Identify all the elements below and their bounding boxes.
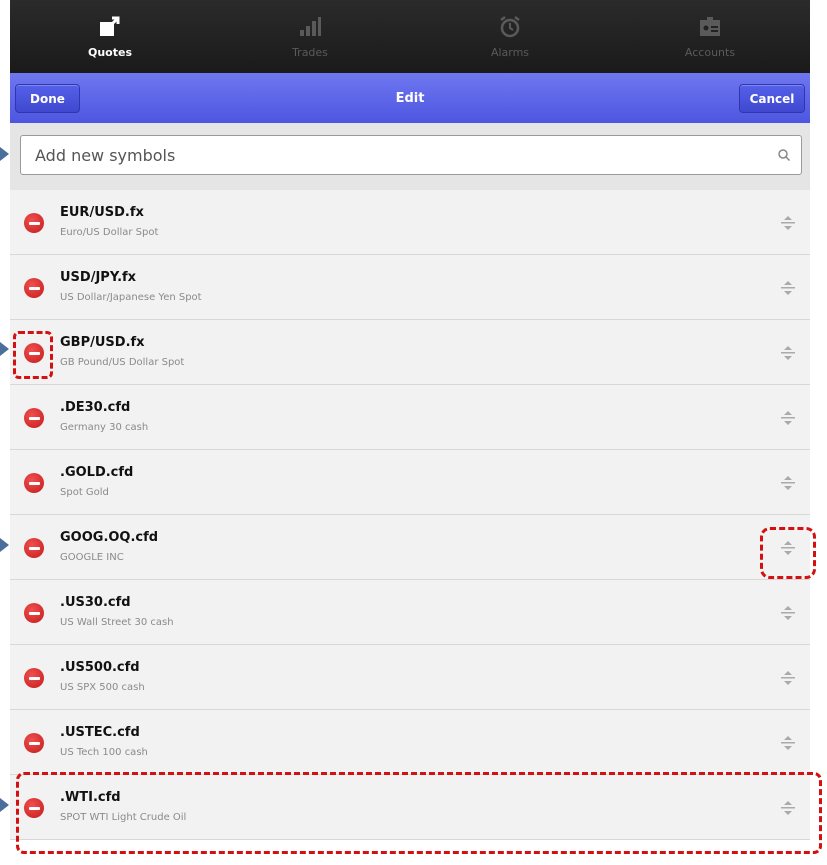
symbol-description: GB Pound/US Dollar Spot xyxy=(60,357,185,368)
drag-handle-icon[interactable] xyxy=(778,734,798,752)
symbol-name: GOOG.OQ.cfd xyxy=(60,530,159,545)
drag-handle-icon[interactable] xyxy=(778,669,798,687)
symbol-description: SPOT WTI Light Crude Oil xyxy=(60,812,187,823)
symbol-name: .GOLD.cfd xyxy=(60,465,134,480)
trades-icon xyxy=(298,14,322,40)
drag-handle-icon[interactable] xyxy=(778,344,798,362)
symbol-name: GBP/USD.fx xyxy=(60,335,145,350)
page-title: Edit xyxy=(395,90,425,106)
symbol-name: .WTI.cfd xyxy=(60,790,121,805)
search-icon[interactable] xyxy=(767,148,801,162)
remove-icon[interactable] xyxy=(24,473,44,493)
action-bar: Edit Done Cancel xyxy=(10,73,810,123)
symbol-description: US Dollar/Japanese Yen Spot xyxy=(60,292,202,303)
symbol-list: EUR/USD.fx Euro/US Dollar Spot USD/JPY.f… xyxy=(10,190,810,840)
list-item: .US30.cfd US Wall Street 30 cash xyxy=(10,580,810,645)
symbol-description: US Wall Street 30 cash xyxy=(60,617,174,628)
search-input[interactable] xyxy=(33,144,767,166)
list-item: EUR/USD.fx Euro/US Dollar Spot xyxy=(10,190,810,255)
tab-accounts[interactable]: Accounts xyxy=(610,0,810,73)
list-item: .US500.cfd US SPX 500 cash xyxy=(10,645,810,710)
symbol-name: USD/JPY.fx xyxy=(60,270,137,285)
drag-handle-icon[interactable] xyxy=(778,799,798,817)
symbol-description: GOOGLE INC xyxy=(60,552,124,563)
callout-arrow xyxy=(0,342,9,356)
remove-icon[interactable] xyxy=(24,603,44,623)
tab-label: Alarms xyxy=(490,46,530,59)
tab-label: Accounts xyxy=(684,46,736,59)
symbol-description: US Tech 100 cash xyxy=(60,747,148,758)
symbol-name: .US500.cfd xyxy=(60,660,140,675)
tab-label: Quotes xyxy=(87,46,132,59)
callout-arrow xyxy=(0,538,9,552)
quotes-icon xyxy=(98,14,122,40)
symbol-description: US SPX 500 cash xyxy=(60,682,145,693)
symbol-description: Germany 30 cash xyxy=(60,422,149,433)
search-area xyxy=(10,123,810,190)
accounts-icon xyxy=(698,14,722,40)
remove-icon[interactable] xyxy=(24,538,44,558)
list-item: GOOG.OQ.cfd GOOGLE INC xyxy=(10,515,810,580)
remove-icon[interactable] xyxy=(24,733,44,753)
remove-icon[interactable] xyxy=(24,278,44,298)
drag-handle-icon[interactable] xyxy=(778,604,798,622)
symbol-name: .USTEC.cfd xyxy=(60,725,140,740)
drag-handle-icon[interactable] xyxy=(778,474,798,492)
drag-handle-icon[interactable] xyxy=(778,409,798,427)
callout-arrow xyxy=(0,147,9,161)
remove-icon[interactable] xyxy=(24,668,44,688)
cancel-button[interactable]: Cancel xyxy=(739,84,805,113)
callout-arrow xyxy=(0,798,9,812)
symbol-name: .US30.cfd xyxy=(60,595,131,610)
remove-icon[interactable] xyxy=(24,408,44,428)
tab-bar: Quotes Trades Alarms Accounts xyxy=(10,0,810,73)
list-item: GBP/USD.fx GB Pound/US Dollar Spot xyxy=(10,320,810,385)
tab-trades[interactable]: Trades xyxy=(210,0,410,73)
list-item: USD/JPY.fx US Dollar/Japanese Yen Spot xyxy=(10,255,810,320)
symbol-description: Spot Gold xyxy=(60,487,109,498)
tab-label: Trades xyxy=(292,46,328,59)
drag-handle-icon[interactable] xyxy=(778,214,798,232)
list-item: .USTEC.cfd US Tech 100 cash xyxy=(10,710,810,775)
list-item: .GOLD.cfd Spot Gold xyxy=(10,450,810,515)
remove-icon[interactable] xyxy=(24,798,44,818)
search-box xyxy=(20,135,802,175)
symbol-name: EUR/USD.fx xyxy=(60,205,144,220)
tab-quotes[interactable]: Quotes xyxy=(10,0,210,73)
list-item: .WTI.cfd SPOT WTI Light Crude Oil xyxy=(10,775,810,840)
symbol-name: .DE30.cfd xyxy=(60,400,131,415)
list-item: .DE30.cfd Germany 30 cash xyxy=(10,385,810,450)
tab-alarms[interactable]: Alarms xyxy=(410,0,610,73)
done-button[interactable]: Done xyxy=(15,84,80,113)
remove-icon[interactable] xyxy=(24,213,44,233)
drag-handle-icon[interactable] xyxy=(778,539,798,557)
alarm-clock-icon xyxy=(498,14,522,40)
remove-icon[interactable] xyxy=(24,343,44,363)
drag-handle-icon[interactable] xyxy=(778,279,798,297)
symbol-description: Euro/US Dollar Spot xyxy=(60,227,159,238)
